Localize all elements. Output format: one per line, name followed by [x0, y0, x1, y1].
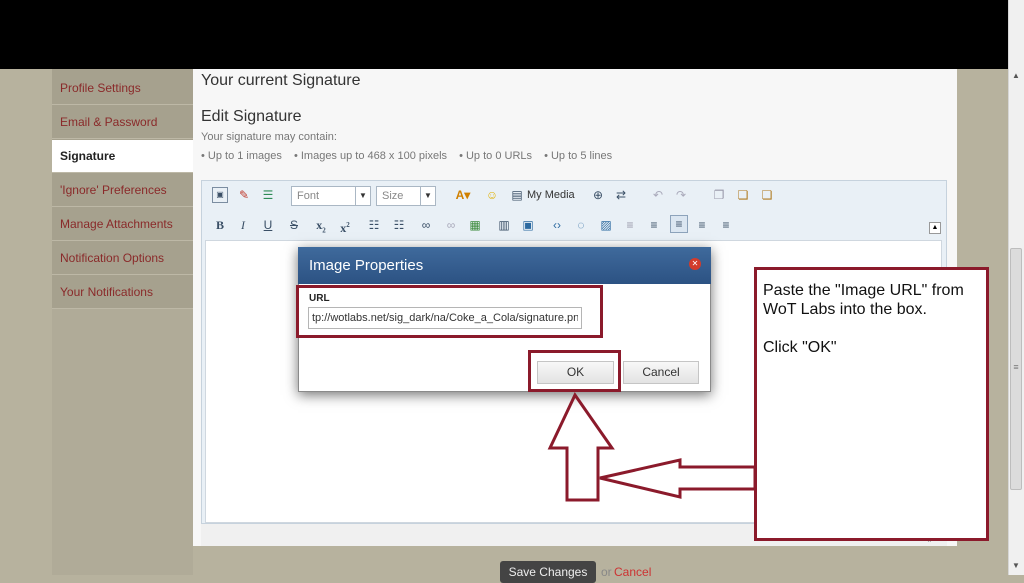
list-format-icon[interactable]: ☰ — [260, 187, 276, 203]
redo-icon[interactable]: ↷ — [673, 187, 689, 203]
cancel-link[interactable]: Cancel — [614, 565, 651, 579]
sidebar-item-signature[interactable]: Signature — [52, 140, 193, 173]
scroll-up-icon[interactable]: ▲ — [1010, 70, 1022, 82]
undo-icon[interactable]: ↶ — [650, 187, 666, 203]
collapse-toolbar-icon[interactable]: ▲ — [929, 222, 941, 234]
ordered-list-icon[interactable]: ☷ — [366, 217, 382, 233]
italic-icon[interactable]: I — [235, 217, 251, 233]
sidebar-item-ignore-preferences[interactable]: 'Ignore' Preferences — [52, 174, 193, 207]
unordered-list-icon[interactable]: ☷ — [391, 217, 407, 233]
media-icon[interactable]: ▣ — [520, 217, 536, 233]
eraser-icon[interactable]: ✎ — [236, 187, 252, 203]
chevron-down-icon: ▼ — [355, 187, 370, 205]
signature-may-contain: Your signature may contain: — [201, 131, 337, 143]
font-select[interactable]: Font ▼ — [291, 186, 371, 206]
instruction-text: Paste the "Image URL" from WoT Labs into… — [763, 281, 985, 376]
align-left-icon[interactable]: ≡ — [670, 215, 688, 233]
rule-images: • Up to 1 images — [201, 150, 282, 162]
grip-icon: ≡ — [1013, 362, 1019, 372]
unlink-icon[interactable]: ∞ — [443, 217, 459, 233]
underline-icon[interactable]: U — [260, 217, 276, 233]
paste-icon[interactable]: ❏ — [735, 187, 751, 203]
my-media-button[interactable]: My Media — [527, 189, 575, 201]
dialog-title: Image Properties — [298, 247, 711, 284]
close-icon[interactable]: ✕ — [689, 258, 701, 270]
or-text: or — [601, 565, 612, 579]
chevron-down-icon: ▼ — [420, 187, 435, 205]
html-icon[interactable]: ▨ — [598, 217, 614, 233]
strikethrough-icon[interactable]: S — [286, 217, 302, 233]
signature-rules: • Up to 1 images • Images up to 468 x 10… — [201, 150, 621, 162]
edit-signature-heading: Edit Signature — [201, 108, 302, 125]
my-media-icon[interactable]: ▤ — [509, 187, 525, 203]
rule-urls: • Up to 0 URLs — [459, 150, 533, 162]
quote-icon[interactable]: ◌ — [573, 217, 589, 233]
rule-image-size: • Images up to 468 x 100 pixels — [293, 150, 448, 162]
align-right-icon[interactable]: ≡ — [718, 217, 734, 233]
outdent-icon[interactable]: ≡ — [622, 217, 638, 233]
settings-sidebar: Profile Settings Email & Password Signat… — [52, 69, 193, 309]
blacked-out-header — [0, 0, 1014, 69]
scroll-down-icon[interactable]: ▼ — [1010, 560, 1022, 572]
subscript-icon[interactable]: x2 — [313, 217, 329, 234]
sidebar-item-email-password[interactable]: Email & Password — [52, 106, 193, 139]
sidebar-item-notification-options[interactable]: Notification Options — [52, 242, 193, 275]
size-select[interactable]: Size ▼ — [376, 186, 436, 206]
sidebar-filler — [52, 309, 193, 575]
url-highlight-box — [296, 285, 603, 338]
ok-highlight-box — [528, 350, 621, 392]
font-color-icon[interactable]: A▾ — [452, 187, 474, 203]
save-changes-button[interactable]: Save Changes — [500, 561, 596, 583]
superscript-icon[interactable]: x2 — [337, 217, 353, 235]
sidebar-item-profile-settings[interactable]: Profile Settings — [52, 72, 193, 105]
indent-icon[interactable]: ≡ — [646, 217, 662, 233]
source-icon[interactable]: ▣ — [212, 187, 228, 203]
rule-lines: • Up to 5 lines — [544, 150, 613, 162]
replace-icon[interactable]: ⇄ — [613, 187, 629, 203]
cancel-button[interactable]: Cancel — [623, 361, 699, 384]
bold-icon[interactable]: B — [212, 217, 228, 233]
emoticon-icon[interactable]: ☺ — [484, 187, 500, 203]
sidebar-item-your-notifications[interactable]: Your Notifications — [52, 276, 193, 309]
image-icon[interactable]: ▦ — [467, 217, 483, 233]
paste-text-icon[interactable]: ❏ — [759, 187, 775, 203]
sidebar-item-manage-attachments[interactable]: Manage Attachments — [52, 208, 193, 241]
binoculars-icon[interactable]: ⊕ — [590, 187, 606, 203]
video-icon[interactable]: ▥ — [496, 217, 512, 233]
current-signature-heading: Your current Signature — [201, 72, 361, 89]
copy-icon[interactable]: ❐ — [711, 187, 727, 203]
link-icon[interactable]: ∞ — [418, 217, 434, 233]
instruction-line-click: Click "OK" — [763, 339, 837, 356]
code-icon[interactable]: ‹› — [549, 217, 565, 233]
align-center-icon[interactable]: ≡ — [694, 217, 710, 233]
instruction-line-paste: Paste the "Image URL" from WoT Labs into… — [763, 282, 964, 318]
